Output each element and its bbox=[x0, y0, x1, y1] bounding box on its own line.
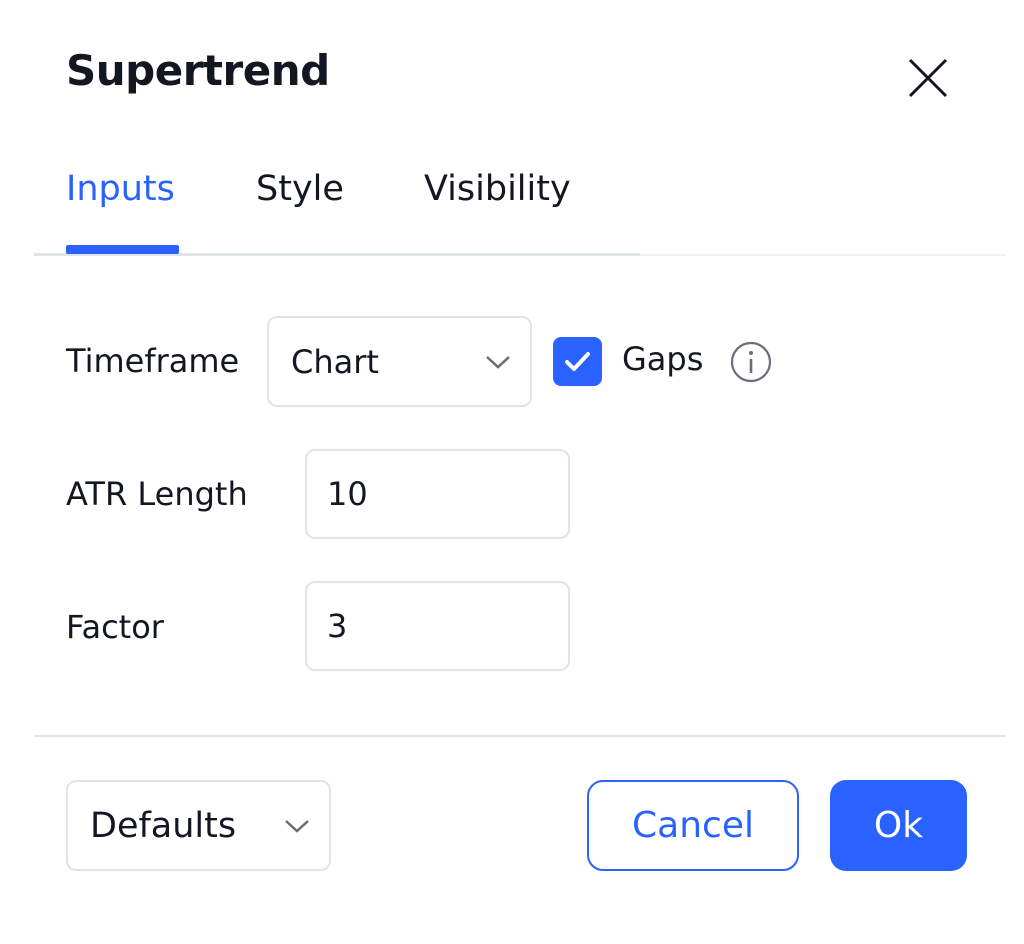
defaults-dropdown[interactable]: Defaults bbox=[66, 780, 331, 871]
timeframe-value: Chart bbox=[291, 342, 379, 381]
chevron-down-icon bbox=[486, 355, 510, 369]
tab-bar: Inputs Style Visibility bbox=[34, 165, 1006, 257]
tab-inputs[interactable]: Inputs bbox=[66, 169, 175, 209]
active-tab-indicator bbox=[66, 245, 179, 254]
info-icon[interactable] bbox=[729, 340, 773, 384]
header-divider bbox=[640, 254, 1006, 256]
footer-divider bbox=[34, 735, 1006, 737]
timeframe-label: Timeframe bbox=[66, 342, 240, 380]
gaps-label: Gaps bbox=[622, 340, 704, 378]
chevron-down-icon bbox=[285, 819, 309, 833]
dialog-title: Supertrend bbox=[66, 46, 330, 95]
factor-input[interactable] bbox=[305, 581, 570, 671]
ok-button[interactable]: Ok bbox=[830, 780, 967, 871]
atr-length-label: ATR Length bbox=[66, 475, 248, 513]
tab-visibility[interactable]: Visibility bbox=[424, 169, 571, 209]
checkmark-icon bbox=[565, 352, 590, 371]
defaults-label: Defaults bbox=[90, 805, 237, 846]
timeframe-select[interactable]: Chart bbox=[267, 316, 532, 407]
atr-length-input[interactable] bbox=[305, 449, 570, 539]
tab-style[interactable]: Style bbox=[256, 169, 344, 209]
factor-label: Factor bbox=[66, 608, 164, 646]
close-icon[interactable] bbox=[900, 50, 956, 106]
gaps-checkbox[interactable] bbox=[553, 337, 602, 386]
cancel-button[interactable]: Cancel bbox=[587, 780, 799, 871]
